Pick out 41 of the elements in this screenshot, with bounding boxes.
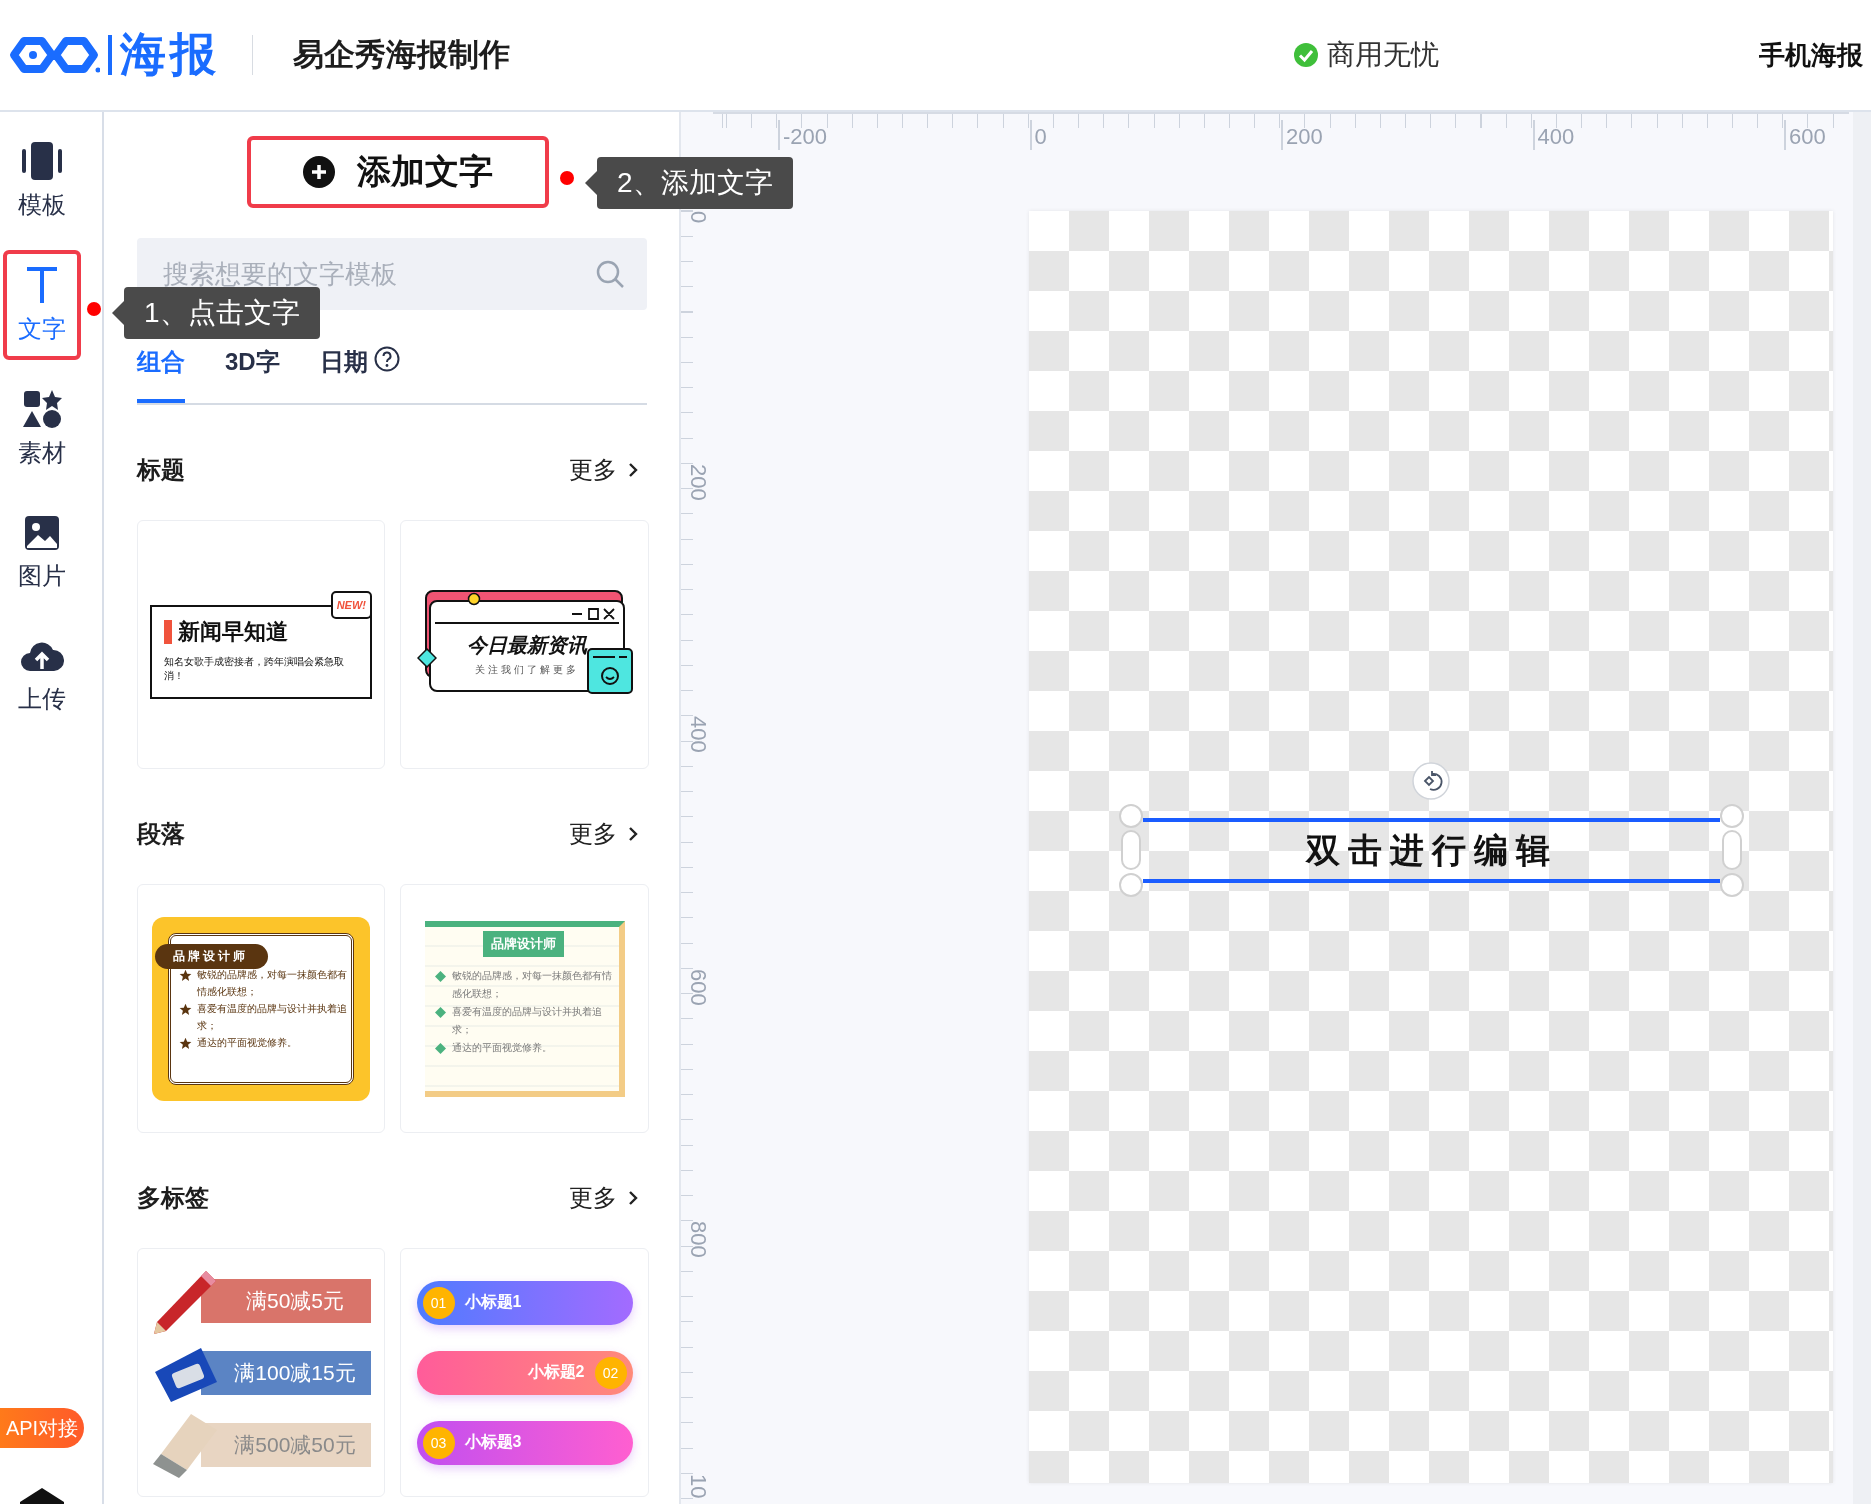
ruler-label: 400	[685, 716, 711, 753]
bullet-text: 喜爱有温度的品牌与设计并执着追求；	[197, 1001, 347, 1033]
coupon-tag: 满500减50元	[201, 1422, 371, 1467]
ruler-label: 0	[685, 211, 711, 224]
ruler-label: 600	[1784, 120, 1826, 150]
ruler-label: 200	[1281, 120, 1323, 150]
ruler-label: 600	[685, 968, 711, 1006]
pill-label: 小标题1	[464, 1292, 522, 1312]
coupon-tag: 满50减5元	[201, 1278, 371, 1323]
template-body-text: 知名女歌手成密接者，跨年演唱会紧急取消！	[164, 654, 345, 683]
step-tooltip: 2、添加文字	[597, 157, 793, 209]
commercial-use-label: 商用无忧	[1327, 38, 1439, 72]
pill-label: 小标题2	[527, 1362, 585, 1382]
template-title: 今日最新资讯	[466, 632, 587, 658]
step-tooltip: 1、点击文字	[124, 287, 320, 339]
speech-bubble-tag: NEW!	[330, 590, 372, 619]
number-badge: 03	[422, 1426, 455, 1459]
number-badge: 01	[422, 1286, 455, 1319]
ruler-label: 400	[1532, 120, 1575, 150]
logo-text: 海报	[120, 27, 220, 82]
section-title: 标题	[137, 455, 185, 485]
pill-label: 小标题3	[464, 1432, 522, 1452]
coupon-tag: 满100减15元	[201, 1350, 371, 1395]
template-title: 新闻早知道	[178, 617, 288, 646]
bullet-text: 敏锐的品牌感，对每一抹颜色都有情感化联想；	[197, 967, 347, 999]
bullet-text: 喜爱有温度的品牌与设计并执着追求；	[451, 1004, 603, 1037]
ruler-label: -200	[778, 120, 828, 150]
app-title: 易企秀海报制作	[293, 36, 510, 74]
section-title: 段落	[137, 819, 185, 849]
ruler-label: 800	[685, 1221, 711, 1258]
section-title: 多标签	[137, 1183, 209, 1213]
bullet-text: 敏锐的品牌感，对每一抹颜色都有情感化联想；	[451, 968, 613, 1001]
bullet-text: 通达的平面视觉修养。	[197, 1035, 297, 1050]
bullet-text: 通达的平面视觉修养。	[451, 1040, 552, 1055]
template-title: 品牌设计师	[483, 930, 564, 957]
ruler-label: 0	[1029, 120, 1047, 150]
template-title: 品牌设计师	[155, 943, 268, 969]
ruler-label: 200	[685, 463, 711, 501]
ruler-label: 10	[685, 1473, 711, 1498]
number-badge: 02	[594, 1356, 627, 1389]
template-subtitle: 关注我们了解更多	[474, 662, 579, 677]
